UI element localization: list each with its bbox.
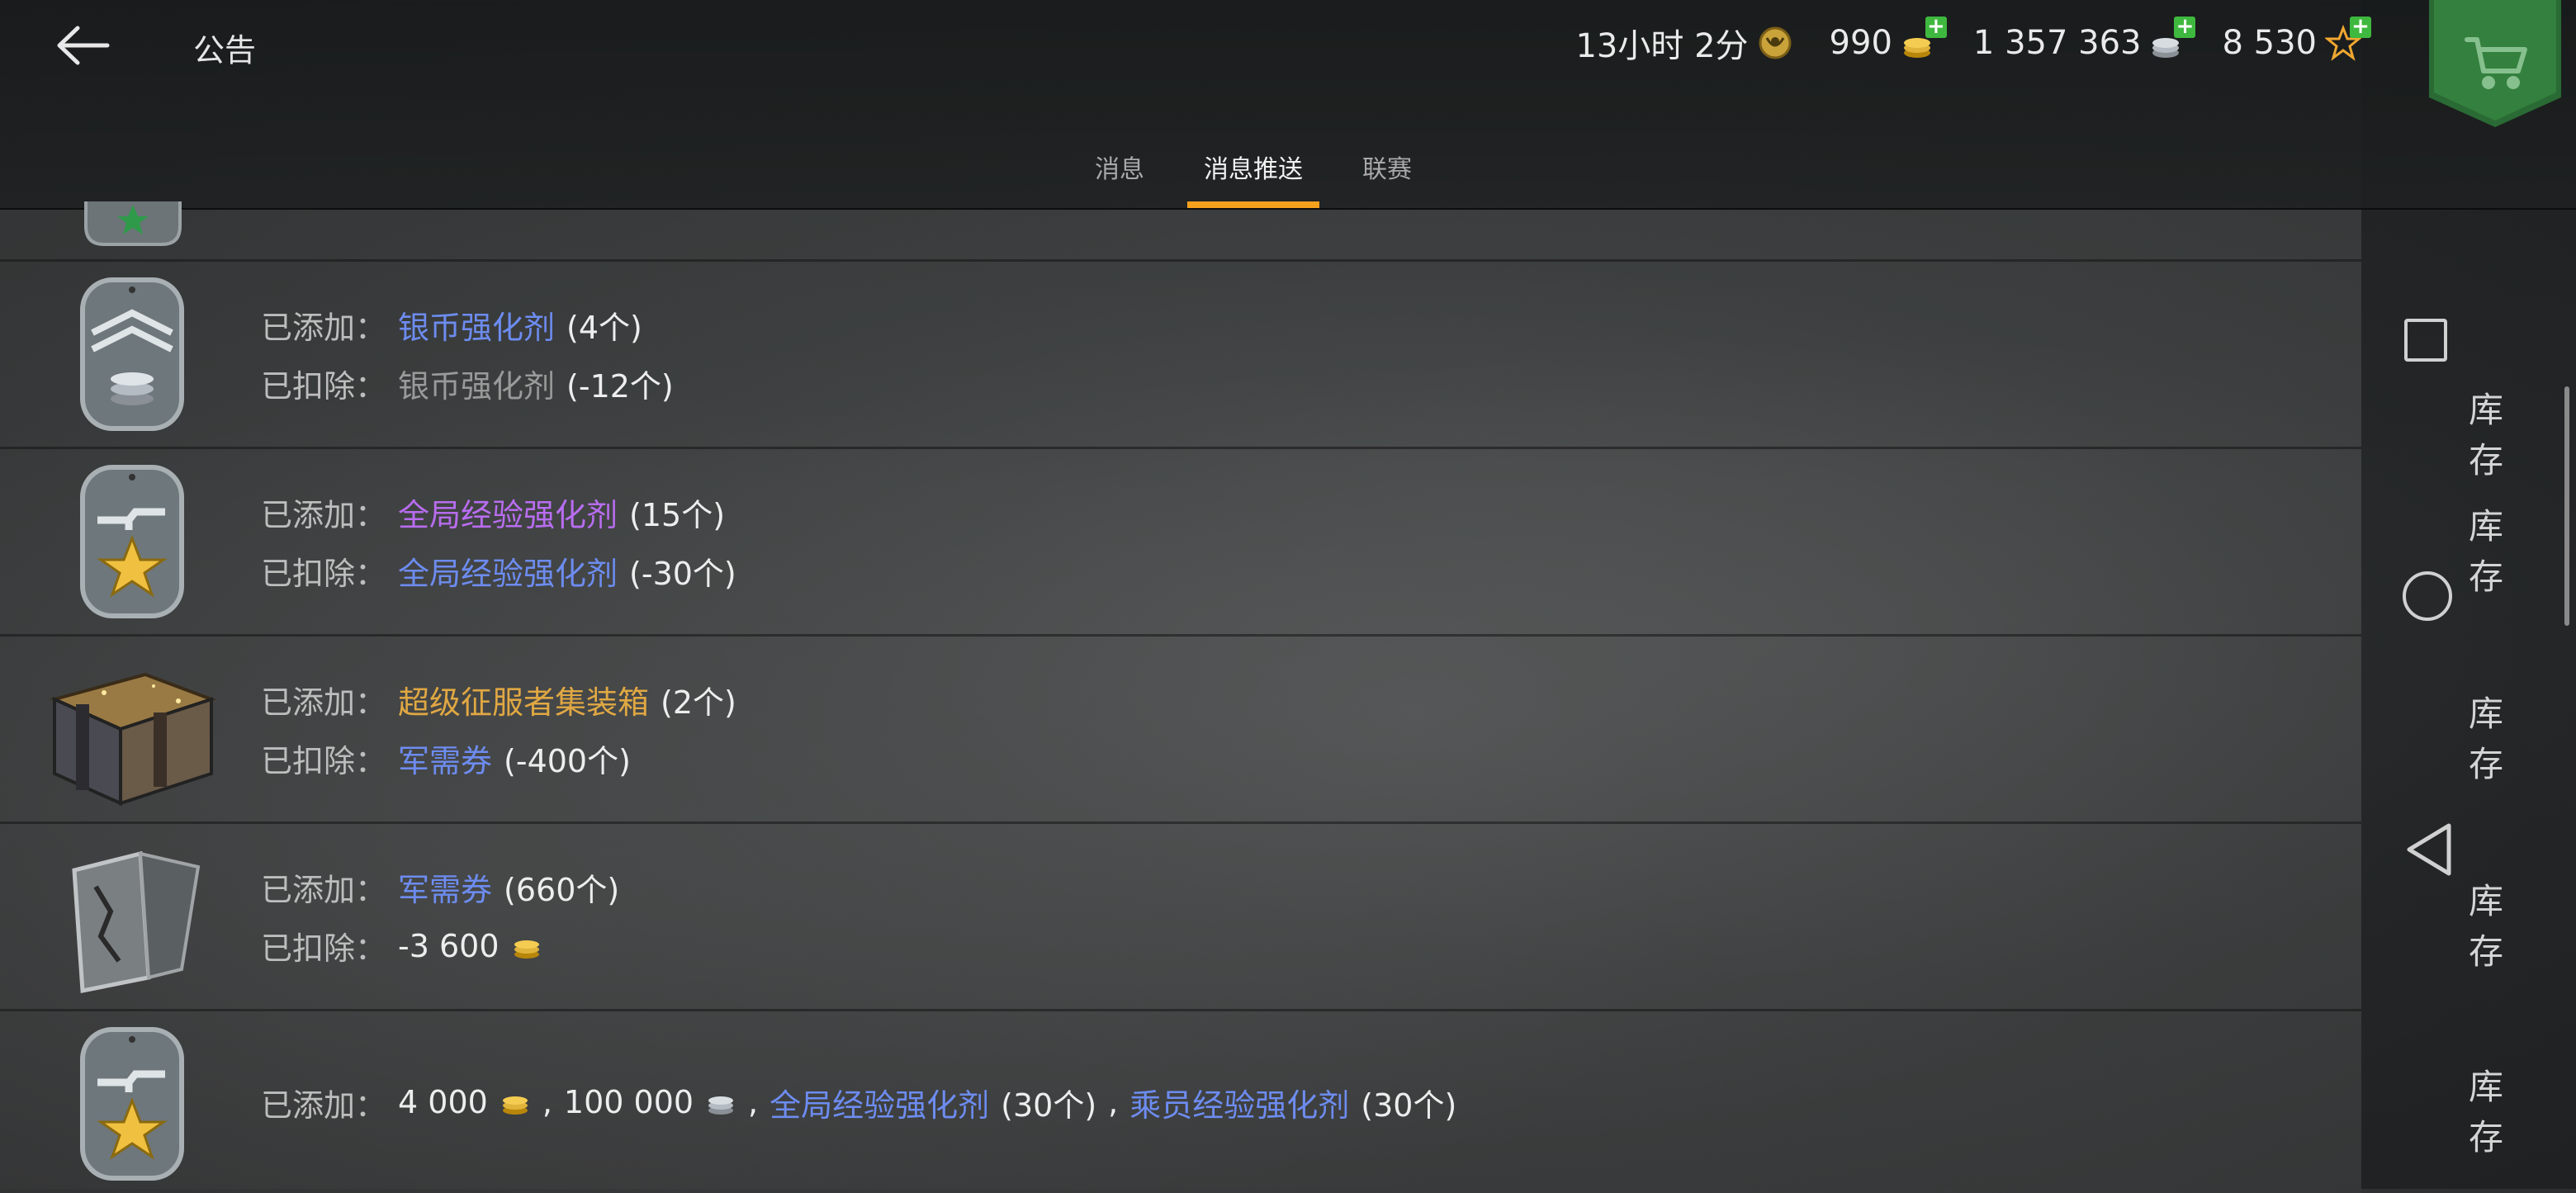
added-item-name[interactable]: 超级征服者集装箱 <box>398 677 649 722</box>
gold-coins-icon <box>514 940 539 959</box>
list-item: 已添加： 银币强化剂 (4个) 已扣除： 银币强化剂 (-12个) 库存 <box>0 262 2503 481</box>
separator: , <box>542 1084 552 1120</box>
quartermaster-ticket-icon <box>72 850 201 994</box>
page-title: 公告 <box>193 32 257 69</box>
inventory-button[interactable]: 库存 <box>2469 873 2503 974</box>
added-item-name[interactable]: 乘员经验强化剂 <box>1129 1080 1349 1125</box>
gold-balance[interactable]: 990 + <box>1829 16 1947 62</box>
top-bar: 公告 13小时 2分 990 + 1 357 363 + 8 530 + 消息 … <box>0 0 2576 210</box>
deducted-qty: (-30个) <box>629 556 736 592</box>
global-xp-booster-icon <box>80 465 184 618</box>
add-free-xp-button[interactable]: + <box>2350 16 2371 38</box>
item-details: 已添加： 全局经验强化剂 (15个) 已扣除： 全局经验强化剂 (-30个) <box>261 449 736 634</box>
tab-messages[interactable]: 消息 <box>1065 139 1174 208</box>
tab-bar: 消息 消息推送 联赛 <box>1065 139 1442 208</box>
added-qty: (660个) <box>504 872 620 908</box>
deducted-label: 已扣除： <box>261 556 387 592</box>
gold-coins-icon <box>502 1096 528 1115</box>
added-qty: (15个) <box>629 497 726 533</box>
list-item: 已添加： 全局经验强化剂 (15个) 已扣除： 全局经验强化剂 (-30个) 库… <box>0 449 2503 637</box>
deducted-label: 已扣除： <box>261 368 387 405</box>
inventory-button[interactable]: 库存 <box>2469 1059 2503 1160</box>
notification-list: 已添加： 银币强化剂 (4个) 已扣除： 银币强化剂 (-12个) 库存 已添加… <box>0 201 2503 1193</box>
added-item-name[interactable]: 全局经验强化剂 <box>398 490 618 535</box>
added-line: 已添加： 军需券 (660个) <box>261 864 619 910</box>
deducted-qty: (-12个) <box>566 368 674 405</box>
added-label: 已添加： <box>261 310 387 346</box>
premium-timer[interactable]: 13小时 2分 <box>1575 19 1792 67</box>
inventory-button[interactable]: 库存 <box>2469 686 2503 787</box>
nav-back-icon[interactable] <box>2404 822 2454 877</box>
item-details: 已添加： 4 000 , 100 000 , 全局经验强化剂 (30个) , 乘… <box>261 1011 1456 1193</box>
list-item-partial <box>0 201 2361 262</box>
shop-cart-button[interactable] <box>2429 0 2561 132</box>
list-item: 已添加： 超级征服者集装箱 (2个) 已扣除： 军需券 (-400个) 库存 <box>0 637 2503 824</box>
deducted-label: 已扣除： <box>261 930 387 967</box>
silver-balance[interactable]: 1 357 363 + <box>1972 16 2196 62</box>
added-item-name[interactable]: 银币强化剂 <box>398 302 555 348</box>
premium-account-icon <box>1759 26 1792 59</box>
added-qty: (2个) <box>661 684 736 721</box>
added-qty: (30个) <box>1001 1086 1097 1124</box>
added-item-name[interactable]: 全局经验强化剂 <box>769 1080 989 1125</box>
list-item: 已添加： 军需券 (660个) 已扣除： -3 600 库存 <box>0 824 2503 1011</box>
currency-bar: 13小时 2分 990 + 1 357 363 + 8 530 + <box>1575 16 2371 68</box>
home-button[interactable] <box>2403 571 2452 621</box>
premium-timer-text: 13小时 2分 <box>1575 27 1749 65</box>
deducted-line: 已扣除： 全局经验强化剂 (-30个) <box>261 548 736 594</box>
free-xp-amount: 8 530 <box>2222 24 2317 62</box>
deducted-line: 已扣除： 军需券 (-400个) <box>261 736 736 781</box>
deducted-item-name[interactable]: 全局经验强化剂 <box>398 548 618 594</box>
silver-coins-icon <box>708 1096 734 1115</box>
added-line: 已添加： 银币强化剂 (4个) <box>261 302 674 348</box>
global-xp-booster-icon <box>80 1027 184 1181</box>
added-line: 已添加： 全局经验强化剂 (15个) <box>261 490 736 535</box>
deducted-line: 已扣除： 银币强化剂 (-12个) <box>261 361 674 406</box>
deducted-line: 已扣除： -3 600 <box>261 923 619 968</box>
super-conqueror-crate-icon <box>50 672 217 807</box>
added-label: 已添加： <box>261 872 387 908</box>
added-line: 已添加： 超级征服者集装箱 (2个) <box>261 677 736 722</box>
item-details: 已添加： 银币强化剂 (4个) 已扣除： 银币强化剂 (-12个) <box>261 262 674 447</box>
separator: , <box>1108 1084 1119 1120</box>
added-qty: (30个) <box>1361 1086 1457 1124</box>
deducted-item-name[interactable]: 军需券 <box>398 736 492 781</box>
inventory-button[interactable]: 库存 <box>2469 499 2503 599</box>
added-line: 已添加： 4 000 , 100 000 , 全局经验强化剂 (30个) , 乘… <box>261 1080 1456 1125</box>
added-item-name[interactable]: 军需券 <box>398 864 492 910</box>
deducted-label: 已扣除： <box>261 743 387 779</box>
free-xp-star-icon: + <box>2323 16 2371 61</box>
added-label: 已添加： <box>261 684 387 721</box>
added-silver-amount: 100 000 <box>563 1084 694 1120</box>
list-item: 已添加： 4 000 , 100 000 , 全局经验强化剂 (30个) , 乘… <box>0 1011 2503 1193</box>
deducted-qty: (-400个) <box>504 743 631 779</box>
gold-coins-icon: + <box>1901 16 1947 61</box>
back-arrow-icon[interactable] <box>50 17 116 74</box>
item-details: 已添加： 超级征服者集装箱 (2个) 已扣除： 军需券 (-400个) <box>261 637 736 821</box>
gold-amount: 990 <box>1829 24 1892 62</box>
scrollbar[interactable] <box>2564 386 2569 626</box>
silver-coins-icon: + <box>2149 16 2196 61</box>
deducted-gold-amount: -3 600 <box>398 927 500 964</box>
item-details: 已添加： 军需券 (660个) 已扣除： -3 600 <box>261 824 619 1009</box>
tab-push-notifications[interactable]: 消息推送 <box>1174 139 1333 208</box>
added-label: 已添加： <box>261 1086 387 1124</box>
dog-tag-star-icon <box>84 201 182 246</box>
silver-amount: 1 357 363 <box>1972 24 2142 62</box>
silver-booster-icon <box>80 277 184 431</box>
deducted-item-name: 银币强化剂 <box>398 368 556 405</box>
free-xp-balance[interactable]: 8 530 + <box>2222 16 2371 62</box>
tab-league[interactable]: 联赛 <box>1333 139 1442 208</box>
added-label: 已添加： <box>261 497 387 533</box>
add-silver-button[interactable]: + <box>2174 16 2196 38</box>
inventory-button[interactable]: 库存 <box>2469 382 2503 483</box>
recent-apps-button[interactable] <box>2404 319 2447 362</box>
added-qty: (4个) <box>566 310 642 346</box>
add-gold-button[interactable]: + <box>1925 16 1947 38</box>
added-gold-amount: 4 000 <box>398 1084 488 1120</box>
separator: , <box>748 1084 759 1120</box>
